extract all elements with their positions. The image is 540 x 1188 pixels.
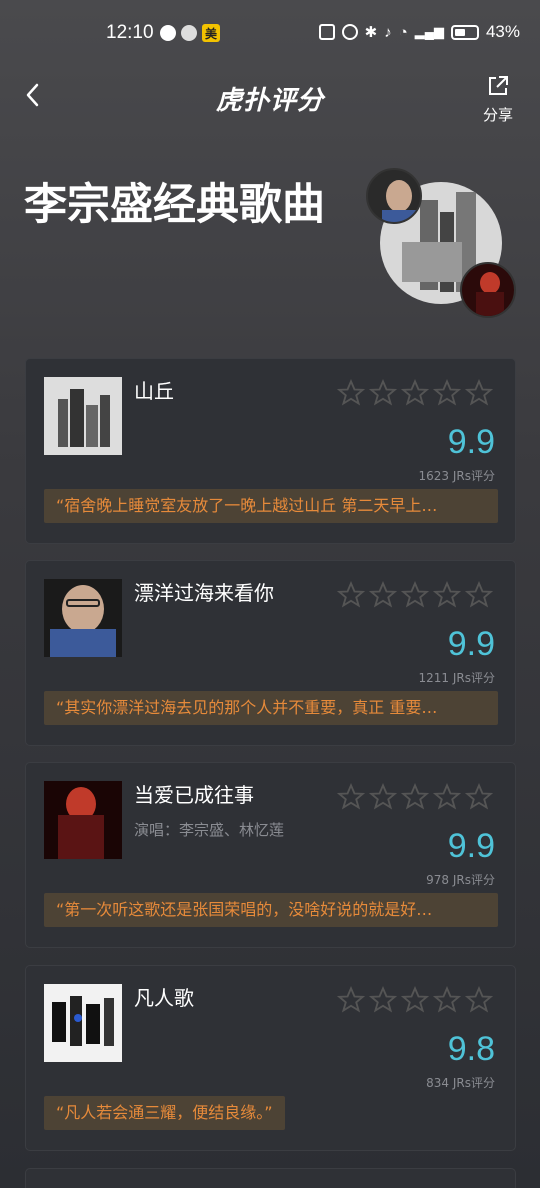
song-title: 当爱已成往事 xyxy=(134,783,254,807)
star-icon[interactable] xyxy=(433,986,461,1014)
score: 9.8 xyxy=(447,1030,495,1068)
star-icon[interactable] xyxy=(401,986,429,1014)
star-icon[interactable] xyxy=(433,783,461,811)
score: 9.9 xyxy=(447,423,495,461)
artist-photo xyxy=(366,168,422,224)
song-artist: 演唱：李宗盛、林忆莲 xyxy=(134,821,285,839)
star-rating[interactable] xyxy=(337,783,493,811)
star-icon[interactable] xyxy=(369,581,397,609)
star-icon[interactable] xyxy=(369,986,397,1014)
album-photo xyxy=(460,262,516,318)
rating-count: 978 JRs评分 xyxy=(426,873,495,887)
song-card[interactable] xyxy=(25,1168,516,1188)
star-icon[interactable] xyxy=(401,783,429,811)
star-icon[interactable] xyxy=(401,379,429,407)
star-rating[interactable] xyxy=(337,379,493,407)
star-icon[interactable] xyxy=(337,379,365,407)
meituan-badge-icon: 美 xyxy=(202,24,220,42)
system-status: ✱ ♪ ◔ ▂▄▆ 43% xyxy=(318,22,520,42)
rating-count: 1211 JRs评分 xyxy=(418,671,495,685)
bluetooth-icon: ✱ xyxy=(364,24,378,41)
song-card[interactable]: 山丘 9.9 1623 JRs评分 “宿舍晚上睡觉室友放了一晚上越过山丘 第二天… xyxy=(25,358,516,544)
rating-count: 834 JRs评分 xyxy=(426,1076,495,1090)
cover-collage xyxy=(366,168,518,320)
status-bar: 12:10 美 ✱ ♪ ◔ ▂▄▆ 43% xyxy=(0,0,540,68)
share-button[interactable]: 分享 xyxy=(478,74,518,125)
star-rating[interactable] xyxy=(337,986,493,1014)
star-icon[interactable] xyxy=(465,986,493,1014)
nfc-icon xyxy=(318,24,335,40)
top-comment[interactable]: “第一次听这歌还是张国荣唱的，没啥好说的就是好… xyxy=(44,893,498,927)
song-title: 漂洋过海来看你 xyxy=(134,581,274,605)
status-time: 12:10 xyxy=(106,22,154,43)
star-icon[interactable] xyxy=(337,783,365,811)
song-card[interactable]: 凡人歌 9.8 834 JRs评分 “凡人若会通三耀，便结良缘。” xyxy=(25,965,516,1151)
battery-icon xyxy=(450,24,479,40)
star-icon[interactable] xyxy=(401,581,429,609)
album-cover xyxy=(44,984,122,1062)
star-icon[interactable] xyxy=(465,581,493,609)
score: 9.9 xyxy=(447,625,495,663)
star-icon[interactable] xyxy=(337,581,365,609)
top-comment[interactable]: “其实你漂洋过海去见的那个人并不重要，真正 重要… xyxy=(44,691,498,725)
top-comment[interactable]: “凡人若会通三耀，便结良缘。” xyxy=(44,1096,285,1130)
notification-icons: 美 xyxy=(160,24,220,42)
song-card[interactable]: 当爱已成往事 演唱：李宗盛、林忆莲 9.9 978 JRs评分 “第一次听这歌还… xyxy=(25,762,516,948)
app-icon xyxy=(181,25,197,41)
song-title: 山丘 xyxy=(134,379,174,403)
nav-bar: 虎扑评分 分享 xyxy=(0,68,540,128)
star-icon[interactable] xyxy=(337,986,365,1014)
album-cover xyxy=(44,377,122,455)
mute-icon: ♪ xyxy=(384,23,392,41)
page-title: 李宗盛经典歌曲 xyxy=(24,180,325,230)
share-icon xyxy=(489,76,508,95)
star-icon[interactable] xyxy=(433,379,461,407)
song-card[interactable]: 漂洋过海来看你 9.9 1211 JRs评分 “其实你漂洋过海去见的那个人并不重… xyxy=(25,560,516,746)
star-rating[interactable] xyxy=(337,581,493,609)
album-cover xyxy=(44,781,122,859)
star-icon[interactable] xyxy=(465,379,493,407)
song-title: 凡人歌 xyxy=(134,986,194,1010)
top-comment[interactable]: “宿舍晚上睡觉室友放了一晚上越过山丘 第二天早上… xyxy=(44,489,498,523)
wifi-icon: ◔ xyxy=(398,23,408,41)
star-icon[interactable] xyxy=(465,783,493,811)
share-label: 分享 xyxy=(482,106,513,124)
signal-icon: ▂▄▆ xyxy=(414,24,444,39)
star-icon[interactable] xyxy=(369,379,397,407)
chat-icon xyxy=(160,25,176,41)
star-icon[interactable] xyxy=(369,783,397,811)
battery-percent: 43% xyxy=(485,22,520,41)
app-logo-title: 虎扑评分 xyxy=(215,86,324,116)
star-icon[interactable] xyxy=(433,581,461,609)
alarm-icon xyxy=(341,24,358,40)
score: 9.9 xyxy=(447,827,495,865)
rating-count: 1623 JRs评分 xyxy=(418,469,495,483)
album-cover xyxy=(44,579,122,657)
